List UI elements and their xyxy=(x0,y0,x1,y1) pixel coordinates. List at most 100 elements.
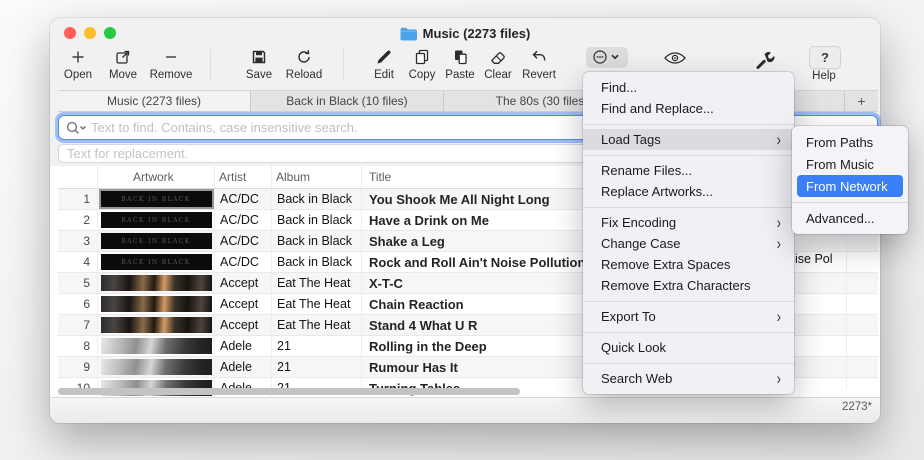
submenu-item-advanced[interactable]: Advanced... xyxy=(792,207,908,229)
add-tab-button[interactable]: + xyxy=(845,91,878,111)
artwork-image: BACK IN BLACK xyxy=(101,191,212,207)
artist-cell[interactable]: AC/DC xyxy=(215,210,272,230)
window-title: Music (2273 files) xyxy=(400,25,531,41)
menu-item-search-web[interactable]: Search Web› xyxy=(583,368,794,389)
album-artwork-cell[interactable] xyxy=(98,294,215,314)
tools-button[interactable] xyxy=(752,49,776,71)
actions-menu: Find... Find and Replace... Load Tags› R… xyxy=(583,72,794,394)
zoom-button[interactable] xyxy=(104,27,116,39)
submenu-item-from-music[interactable]: From Music xyxy=(792,153,908,175)
menu-item-export-to[interactable]: Export To› xyxy=(583,306,794,327)
menu-item-load-tags[interactable]: Load Tags› xyxy=(583,129,794,150)
header-artwork[interactable]: Artwork xyxy=(98,166,215,188)
artist-cell[interactable]: Accept xyxy=(215,294,272,314)
album-cell[interactable]: Eat The Heat xyxy=(272,273,362,293)
desktop: Music (2273 files) Open Move Remove Save… xyxy=(0,0,924,460)
menu-separator xyxy=(583,124,794,125)
menu-item-remove-extra-spaces[interactable]: Remove Extra Spaces xyxy=(583,254,794,275)
submenu-item-from-network[interactable]: From Network xyxy=(797,175,903,197)
titlebar: Music (2273 files) xyxy=(50,18,880,48)
menu-item-find[interactable]: Find... xyxy=(583,77,794,98)
more-icon xyxy=(590,49,624,67)
tab-back-in-black[interactable]: Back in Black (10 files) xyxy=(251,91,444,111)
menu-separator xyxy=(583,155,794,156)
row-number: 4 xyxy=(58,252,98,272)
artist-cell[interactable]: AC/DC xyxy=(215,189,272,209)
help-label: Help xyxy=(796,70,852,82)
album-cell[interactable]: Back in Black xyxy=(272,231,362,251)
header-artist[interactable]: Artist xyxy=(215,166,272,188)
album-artwork-cell[interactable] xyxy=(98,273,215,293)
artwork-image xyxy=(101,359,212,375)
menu-separator xyxy=(583,332,794,333)
toolbar-separator xyxy=(210,49,211,81)
album-artwork-cell[interactable]: BACK IN BLACK xyxy=(98,231,215,251)
artist-cell[interactable]: Adele xyxy=(215,357,272,377)
header-album[interactable]: Album xyxy=(272,166,362,188)
row-number: 5 xyxy=(58,273,98,293)
artist-cell[interactable]: AC/DC xyxy=(215,252,272,272)
row-number: 1 xyxy=(58,189,98,209)
more-actions-button[interactable] xyxy=(586,47,628,68)
album-artwork-cell[interactable]: BACK IN BLACK xyxy=(98,252,215,272)
header-number xyxy=(58,166,98,188)
reload-button[interactable]: Reload xyxy=(276,47,332,81)
menu-separator xyxy=(583,363,794,364)
menu-item-find-and-replace[interactable]: Find and Replace... xyxy=(583,98,794,119)
remove-button[interactable]: Remove xyxy=(143,47,199,81)
submenu-chevron-icon: › xyxy=(777,130,781,149)
submenu-chevron-icon: › xyxy=(777,213,781,232)
view-button[interactable] xyxy=(662,49,688,67)
artwork-image xyxy=(101,338,212,354)
menu-item-quick-look[interactable]: Quick Look xyxy=(583,337,794,358)
artwork-image xyxy=(101,275,212,291)
menu-item-rename-files[interactable]: Rename Files... xyxy=(583,160,794,181)
minimize-button[interactable] xyxy=(84,27,96,39)
album-cell[interactable]: Back in Black xyxy=(272,210,362,230)
artist-cell[interactable]: Accept xyxy=(215,315,272,335)
menu-separator xyxy=(583,301,794,302)
album-artwork-cell[interactable]: BACK IN BLACK xyxy=(98,210,215,230)
album-cell[interactable]: Eat The Heat xyxy=(272,294,362,314)
submenu-chevron-icon: › xyxy=(777,307,781,326)
album-artwork-cell[interactable]: BACK IN BLACK xyxy=(98,189,215,209)
album-cell[interactable]: Back in Black xyxy=(272,252,362,272)
row-number: 7 xyxy=(58,315,98,335)
album-artwork-cell[interactable] xyxy=(98,357,215,377)
submenu-chevron-icon: › xyxy=(777,369,781,388)
horizontal-scrollbar-thumb[interactable] xyxy=(58,388,520,395)
traffic-lights xyxy=(64,27,116,39)
album-cell[interactable]: Eat The Heat xyxy=(272,315,362,335)
album-artwork-cell[interactable] xyxy=(98,336,215,356)
folder-icon xyxy=(400,25,417,41)
menu-separator xyxy=(792,202,908,203)
menu-item-replace-artworks[interactable]: Replace Artworks... xyxy=(583,181,794,202)
row-number: 2 xyxy=(58,210,98,230)
status-bar: 2273* xyxy=(50,397,880,423)
minus-icon xyxy=(143,47,199,68)
toolbar-separator xyxy=(343,49,344,81)
close-button[interactable] xyxy=(64,27,76,39)
artist-cell[interactable]: AC/DC xyxy=(215,231,272,251)
wrench-icon xyxy=(752,51,776,68)
clipped-cell-text: ise Pol xyxy=(795,252,879,270)
artist-cell[interactable]: Accept xyxy=(215,273,272,293)
row-number: 8 xyxy=(58,336,98,356)
help-icon: ? xyxy=(821,50,829,65)
menu-item-remove-extra-characters[interactable]: Remove Extra Characters xyxy=(583,275,794,296)
search-icon[interactable] xyxy=(65,120,89,136)
revert-button[interactable]: Revert xyxy=(511,47,567,81)
album-artwork-cell[interactable] xyxy=(98,315,215,335)
eye-icon xyxy=(662,49,688,66)
menu-item-change-case[interactable]: Change Case› xyxy=(583,233,794,254)
album-cell[interactable]: Back in Black xyxy=(272,189,362,209)
help-button[interactable]: ? xyxy=(809,46,841,69)
album-cell[interactable]: 21 xyxy=(272,357,362,377)
submenu-item-from-paths[interactable]: From Paths xyxy=(792,131,908,153)
artist-cell[interactable]: Adele xyxy=(215,336,272,356)
album-cell[interactable]: 21 xyxy=(272,336,362,356)
artwork-image: BACK IN BLACK xyxy=(101,254,212,270)
artwork-image xyxy=(101,296,212,312)
menu-item-fix-encoding[interactable]: Fix Encoding› xyxy=(583,212,794,233)
tab-music[interactable]: Music (2273 files) xyxy=(58,91,251,111)
